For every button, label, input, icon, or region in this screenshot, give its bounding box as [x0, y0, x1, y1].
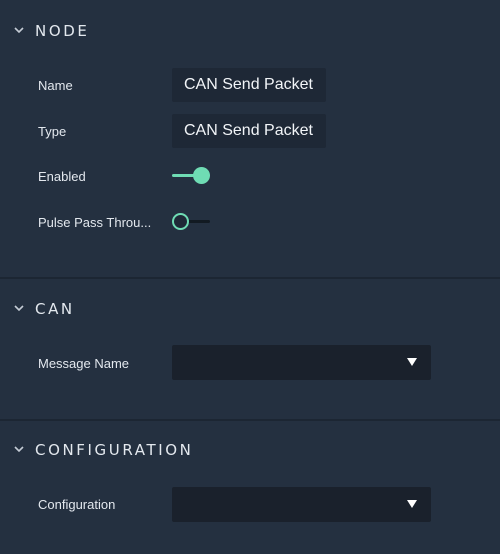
pulse-toggle-track: [186, 220, 210, 223]
configuration-section-title: CONFIGURATION: [35, 441, 194, 459]
configuration-section-header[interactable]: CONFIGURATION: [0, 438, 500, 462]
configuration-label: Configuration: [38, 497, 116, 512]
can-section-header[interactable]: CAN: [0, 297, 500, 321]
name-field[interactable]: CAN Send Packet: [172, 68, 326, 102]
configuration-select[interactable]: [172, 487, 431, 522]
dropdown-arrow-icon[interactable]: [407, 500, 417, 508]
can-section-title: CAN: [35, 300, 75, 318]
section-divider: [0, 419, 500, 421]
dropdown-arrow-icon[interactable]: [407, 358, 417, 366]
enabled-toggle[interactable]: [172, 166, 212, 186]
node-section-title: NODE: [35, 22, 90, 40]
section-divider: [0, 277, 500, 279]
pulse-pass-through-toggle[interactable]: [172, 212, 212, 232]
pulse-toggle-knob[interactable]: [172, 213, 189, 230]
pulse-pass-through-label: Pulse Pass Throu...: [38, 215, 152, 230]
type-label: Type: [38, 124, 67, 139]
node-section-header[interactable]: NODE: [0, 19, 500, 43]
enabled-toggle-knob[interactable]: [193, 167, 210, 184]
type-field[interactable]: CAN Send Packet: [172, 114, 326, 148]
message-name-label: Message Name: [38, 356, 130, 371]
name-label: Name: [38, 78, 73, 93]
enabled-label: Enabled: [38, 169, 86, 184]
chevron-down-icon[interactable]: [13, 25, 25, 35]
chevron-down-icon[interactable]: [13, 444, 25, 454]
chevron-down-icon[interactable]: [13, 303, 25, 313]
message-name-select[interactable]: [172, 345, 431, 380]
